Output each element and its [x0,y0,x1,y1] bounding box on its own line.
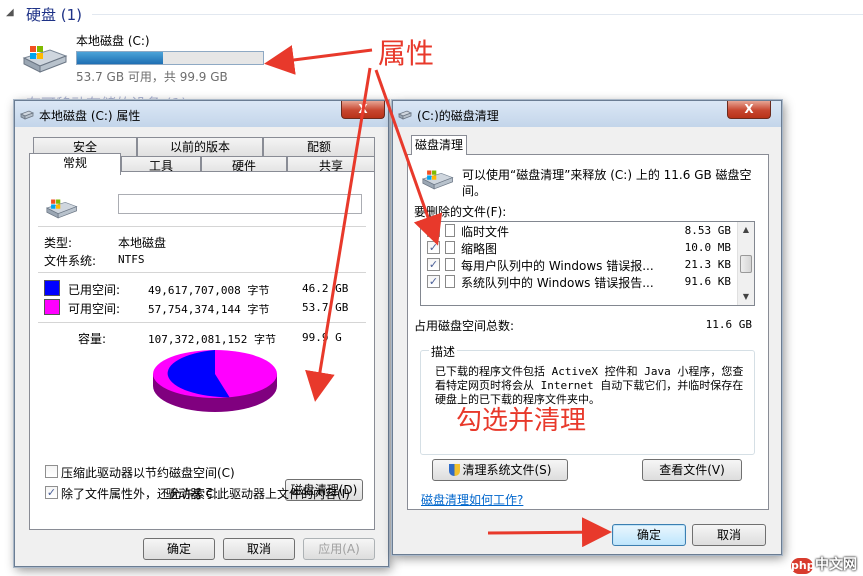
free-space-gb: 53.7 GB [302,301,349,314]
uac-shield-icon [448,464,460,476]
clean-system-files-button[interactable]: 清理系统文件(S) [432,459,568,481]
tab-disk-cleanup[interactable]: 磁盘清理 [411,135,467,155]
free-space-swatch [44,299,60,315]
section-divider [92,14,863,15]
document-icon [445,275,455,288]
file-size: 10.0 MB [684,241,731,254]
compress-checkbox[interactable] [45,465,58,478]
properties-dialog: 本地磁盘 (C:) 属性 X 安全 以前的版本 配额 常规 工具 硬件 共享 类… [14,100,389,567]
view-files-button[interactable]: 查看文件(V) [642,459,742,481]
collapse-chevron-icon[interactable]: ◢ [6,7,14,18]
files-to-delete-list[interactable]: ✓ 临时文件 8.53 GB ✓ 缩略图 10.0 MB ✓ 每用户队列中的 W… [420,221,755,306]
type-label: 类型: [44,236,73,250]
used-space-swatch [44,280,60,296]
description-legend: 描述 [429,343,458,360]
clean-system-files-label: 清理系统文件(S) [462,463,552,477]
list-item[interactable]: ✓ 缩略图 10.0 MB [421,239,737,256]
document-icon [445,258,455,271]
divider [38,322,366,323]
hard-drive-icon [45,199,78,219]
how-cleanup-works-link[interactable]: 磁盘清理如何工作? [421,491,523,508]
drive-label-input[interactable] [118,194,362,214]
used-space-bytes: 49,617,707,008 字节 [148,284,270,297]
document-icon [445,224,455,237]
tab-general[interactable]: 常规 [29,153,121,175]
used-space-gb: 46.2 GB [302,282,349,295]
file-name: 临时文件 [461,225,510,239]
file-checkbox[interactable]: ✓ [427,275,440,288]
total-space-value: 11.6 GB [705,318,752,331]
fs-label: 文件系统: [44,254,97,268]
hard-drive-icon [22,46,68,73]
drive-usage-bar [76,51,264,65]
disk-usage-pie-chart [153,350,277,412]
cancel-button[interactable]: 取消 [223,538,295,560]
file-size: 8.53 GB [684,224,731,237]
free-space-bytes: 57,754,374,144 字节 [148,303,270,316]
watermark-text: 中文网 [815,557,857,573]
total-space-label: 占用磁盘空间总数: [414,319,515,333]
divider [38,272,366,273]
drive-c-tile[interactable]: 本地磁盘 (C:) 53.7 GB 可用，共 99.9 GB [20,32,280,88]
file-checkbox[interactable]: ✓ [427,258,440,271]
php-logo-icon: php [791,558,815,574]
tab-previous-versions[interactable]: 以前的版本 [137,137,263,156]
list-item[interactable]: ✓ 每用户队列中的 Windows 错误报... 21.3 KB [421,256,737,273]
properties-titlebar[interactable]: 本地磁盘 (C:) 属性 X [15,101,388,127]
file-size: 21.3 KB [684,258,731,271]
cleanup-intro-text: 可以使用“磁盘清理”来释放 (C:) 上的 11.6 GB 磁盘空间。 [462,168,752,198]
scroll-thumb[interactable] [740,255,752,273]
index-checkbox[interactable]: ✓ [45,486,58,499]
disk-cleanup-dialog: (C:)的磁盘清理 X 磁盘清理 可以使用“磁盘清理”来释放 (C:) 上的 1… [392,100,782,555]
scroll-up-arrow-icon[interactable]: ▲ [738,222,754,238]
scroll-down-arrow-icon[interactable]: ▼ [738,289,754,305]
ok-button[interactable]: 确定 [612,524,686,546]
file-name: 系统队列中的 Windows 错误报告... [461,276,654,290]
properties-close-button[interactable]: X [341,101,385,119]
apply-button[interactable]: 应用(A) [303,538,375,560]
properties-title: 本地磁盘 (C:) 属性 [39,109,141,123]
select-and-clean-annotation: 勾选并清理 [456,406,587,436]
drive-free-space: 53.7 GB 可用，共 99.9 GB [76,70,228,84]
drive-small-icon [20,110,34,120]
properties-annotation: 属性 [378,37,435,70]
watermark: php中文网 [791,554,857,574]
file-size: 91.6 KB [684,275,731,288]
drive-small-icon [398,110,412,120]
capacity-bytes: 107,372,081,152 字节 [148,333,276,346]
arrow-to-drive-bar [264,45,373,75]
hard-disks-section-title[interactable]: 硬盘 (1) [26,4,82,25]
file-checkbox[interactable]: ✓ [427,224,440,237]
cancel-button[interactable]: 取消 [692,524,766,546]
list-item[interactable]: ✓ 临时文件 8.53 GB [421,222,737,239]
free-space-label: 可用空间: [68,302,121,316]
ok-button[interactable]: 确定 [143,538,215,560]
type-value: 本地磁盘 [118,236,167,250]
fs-value: NTFS [118,253,145,266]
files-to-delete-label: 要删除的文件(F): [414,205,507,219]
drive-name: 本地磁盘 (C:) [76,34,150,48]
cleanup-tab-panel: 可以使用“磁盘清理”来释放 (C:) 上的 11.6 GB 磁盘空间。 要删除的… [407,154,769,510]
files-list-scrollbar[interactable]: ▲ ▼ [737,222,754,305]
capacity-gb: 99.9 G [302,331,342,344]
compress-label: 压缩此驱动器以节约磁盘空间(C) [61,466,235,480]
index-label: 除了文件属性外，还允许索引此驱动器上文件的内容(I) [61,487,350,501]
document-icon [445,241,455,254]
used-space-label: 已用空间: [68,283,121,297]
cleanup-close-button[interactable]: X [727,101,771,119]
divider [38,226,366,227]
file-checkbox[interactable]: ✓ [427,241,440,254]
cleanup-titlebar[interactable]: (C:)的磁盘清理 X [393,101,781,127]
capacity-label: 容量: [78,332,107,346]
file-name: 缩略图 [461,242,498,256]
list-item[interactable]: ✓ 系统队列中的 Windows 错误报告... 91.6 KB [421,273,737,290]
cleanup-title: (C:)的磁盘清理 [417,109,499,123]
disk-cleanup-icon [421,170,454,190]
tab-quota[interactable]: 配额 [263,137,375,156]
file-name: 每用户队列中的 Windows 错误报... [461,259,654,273]
drive-usage-fill [77,52,163,64]
